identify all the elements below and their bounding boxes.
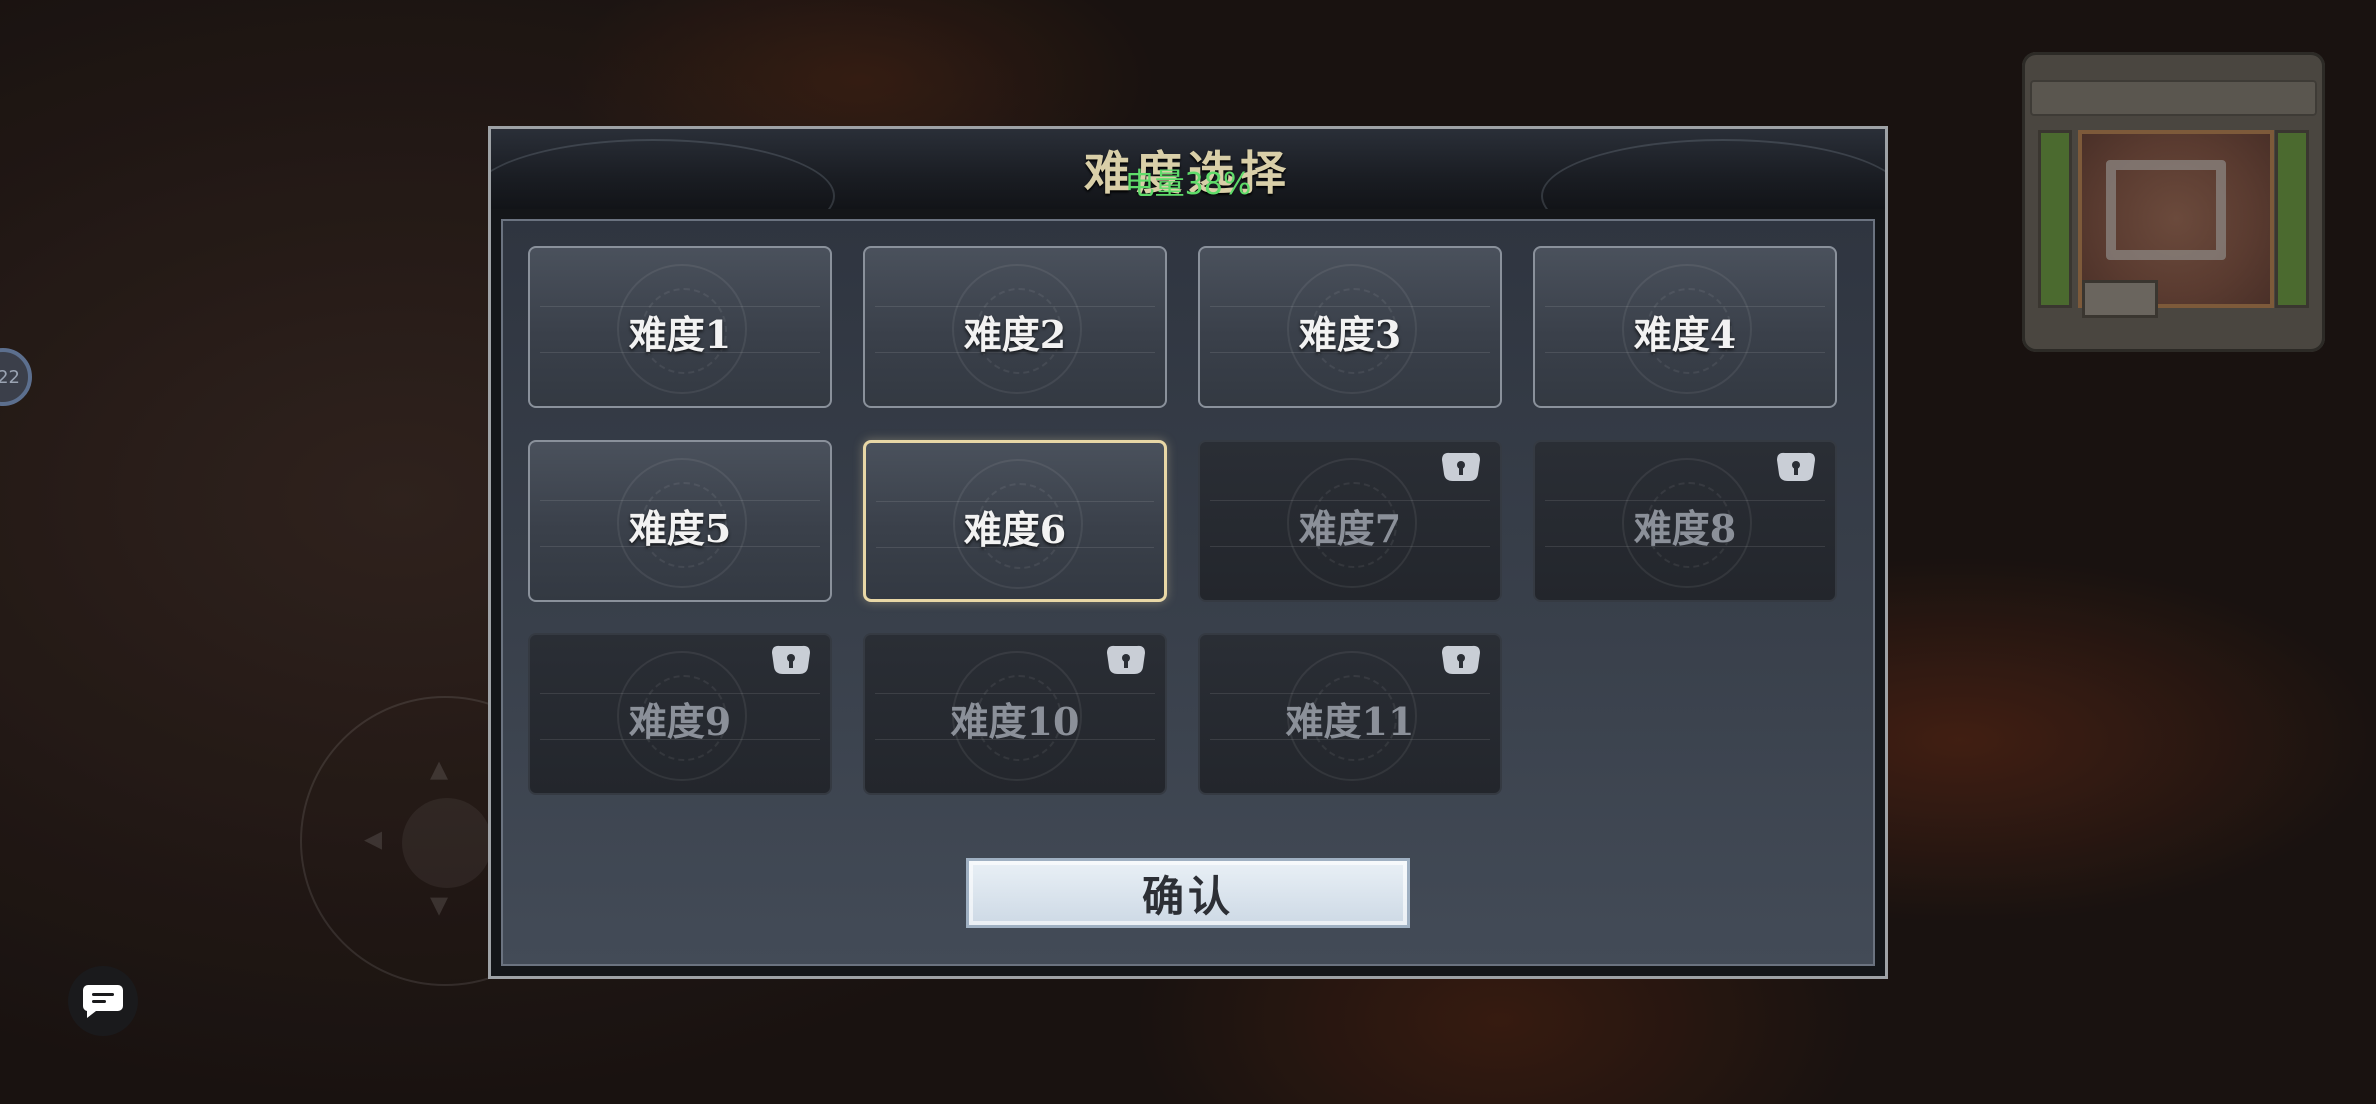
difficulty-tile[interactable]: 难度2 <box>863 246 1167 408</box>
minimap-left-slots <box>2038 130 2072 308</box>
lock-icon <box>1777 452 1815 481</box>
arrow-left-icon: ◂ <box>364 818 383 859</box>
arrow-down-icon: ▾ <box>430 884 449 925</box>
difficulty-label: 难度10 <box>950 699 1080 744</box>
lock-icon <box>1107 645 1145 674</box>
difficulty-label: 难度3 <box>1298 312 1402 357</box>
difficulty-tile[interactable]: 难度9 <box>528 633 832 795</box>
difficulty-label: 难度6 <box>963 507 1067 552</box>
difficulty-label: 难度4 <box>1633 312 1737 357</box>
left-badge-text: 22 <box>0 366 20 388</box>
arrow-up-icon: ▴ <box>430 748 449 789</box>
difficulty-tile[interactable]: 难度7 <box>1198 440 1502 602</box>
difficulty-tile[interactable]: 难度1 <box>528 246 832 408</box>
lock-icon <box>1442 645 1480 674</box>
joystick-knob[interactable] <box>402 798 492 888</box>
difficulty-tile[interactable]: 难度3 <box>1198 246 1502 408</box>
minimap-right-slots <box>2275 130 2309 308</box>
chat-button[interactable] <box>68 966 138 1036</box>
difficulty-tile[interactable]: 难度8 <box>1533 440 1837 602</box>
difficulty-label: 难度2 <box>963 312 1067 357</box>
difficulty-label: 难度9 <box>628 699 732 744</box>
difficulty-label: 难度8 <box>1633 506 1737 551</box>
battery-overlay: 电量38% <box>1124 167 1252 202</box>
difficulty-tile[interactable]: 难度11 <box>1198 633 1502 795</box>
lock-icon <box>1442 452 1480 481</box>
difficulty-tile[interactable]: 难度6 <box>863 440 1167 602</box>
difficulty-tile[interactable]: 难度10 <box>863 633 1167 795</box>
difficulty-label: 难度5 <box>628 506 732 551</box>
difficulty-tile[interactable]: 难度5 <box>528 440 832 602</box>
minimap-topbar <box>2030 80 2317 116</box>
minimap-slot <box>2082 280 2158 318</box>
difficulty-tile[interactable]: 难度4 <box>1533 246 1837 408</box>
lock-icon <box>772 645 810 674</box>
difficulty-label: 难度1 <box>628 312 732 357</box>
difficulty-label: 难度7 <box>1298 506 1402 551</box>
chat-icon <box>82 985 123 1018</box>
confirm-button[interactable]: 确认 <box>966 858 1410 928</box>
dialog-header: 难度选择 电量38% <box>491 129 1885 209</box>
minimap[interactable] <box>2022 52 2325 352</box>
difficulty-label: 难度11 <box>1285 699 1415 744</box>
